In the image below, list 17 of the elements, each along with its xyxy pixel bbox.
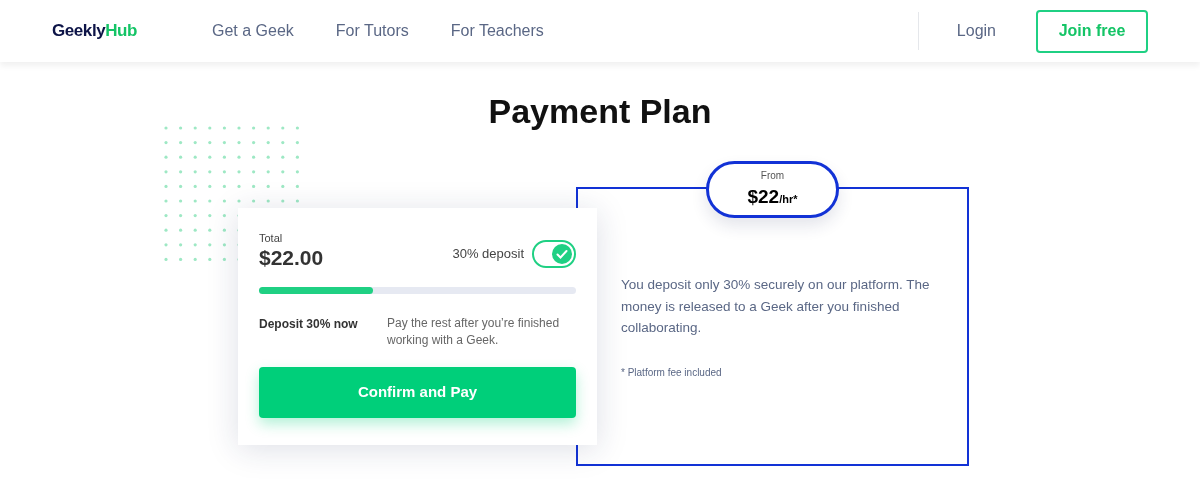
footnote: * Platform fee included	[621, 365, 723, 380]
check-icon	[552, 243, 572, 264]
total-label: Total	[259, 231, 284, 246]
from-label: From	[760, 168, 785, 183]
info-text: You deposit only 30% securely on our platform. The money is released to a Geek after you finished collaborating.	[621, 276, 931, 337]
logo[interactable]: GeeklyHub	[52, 18, 212, 44]
deposit-toggle[interactable]	[532, 239, 576, 268]
page-title: Payment Plan	[487, 91, 713, 132]
deposit-label: Deposit 30% now	[259, 315, 359, 333]
toggle-label: 30% deposit	[452, 244, 524, 263]
nav-link[interactable]: Get a Geek	[212, 19, 294, 43]
nav-link[interactable]: For Tutors	[335, 19, 409, 43]
price: $22/hr*	[747, 184, 798, 209]
deposit-note: Pay the rest after you’re finished working with a Geek.	[387, 314, 561, 349]
login-link[interactable]: Login	[956, 19, 996, 43]
nav-link[interactable]: For Teachers	[450, 19, 544, 43]
total-amount: $22.00	[259, 246, 324, 268]
